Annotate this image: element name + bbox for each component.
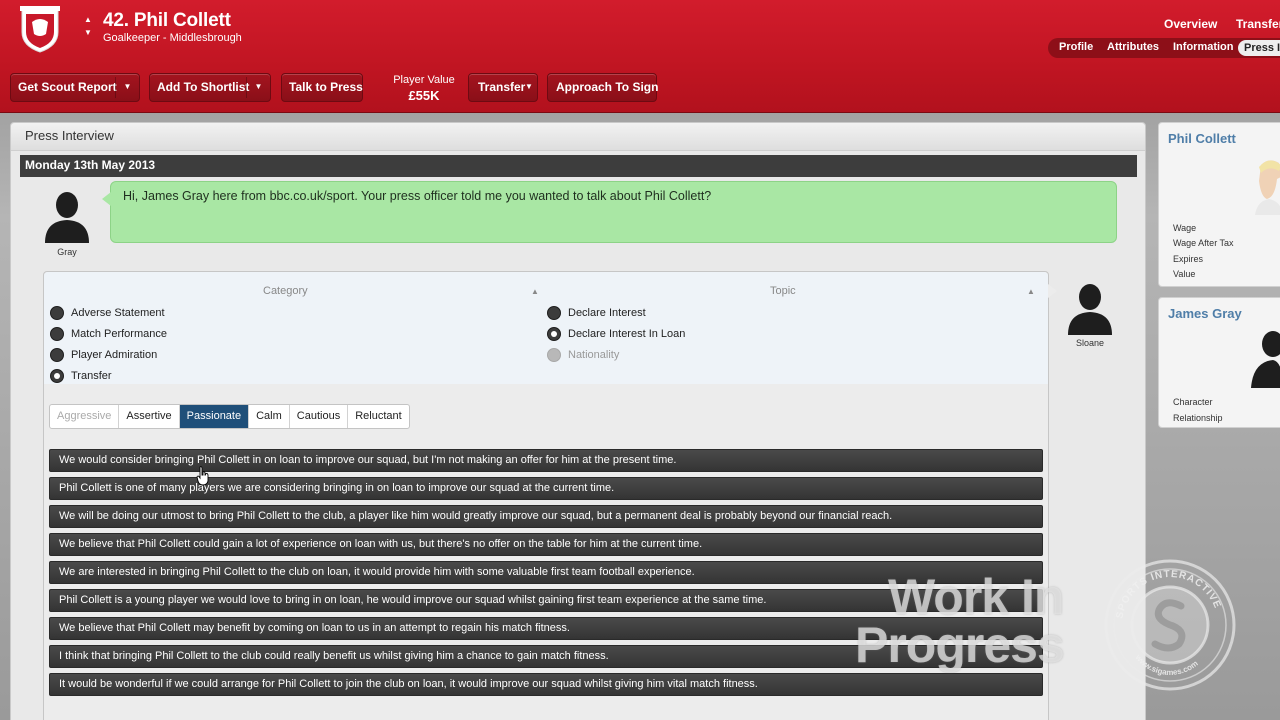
chevron-down-icon[interactable]: ▼ [246, 77, 270, 98]
get-scout-report-button[interactable]: Get Scout Report ▼ [10, 73, 140, 102]
subtab-information[interactable]: Information [1173, 41, 1234, 53]
panel-title: Press Interview [11, 123, 1145, 151]
chevron-down-icon[interactable]: ▼ [521, 77, 537, 98]
sort-up-icon[interactable]: ▲ [531, 287, 539, 296]
transfer-button[interactable]: Transfer ▼ [468, 73, 538, 102]
player-card-name[interactable]: Phil Collett [1168, 131, 1236, 146]
hand-cursor-icon [196, 466, 209, 486]
wage-after-tax-label: Wage After Tax [1173, 238, 1234, 248]
journalist-question: Hi, James Gray here from bbc.co.uk/sport… [102, 181, 1117, 243]
interview-date: Monday 13th May 2013 [20, 155, 1137, 177]
radio-disabled-icon [547, 348, 561, 362]
player-info-card: Phil Collett Wage Wage After Tax Expires… [1158, 122, 1280, 287]
chevron-down-icon[interactable]: ▼ [115, 77, 139, 98]
value-label: Value [1173, 269, 1196, 279]
scout-report-label: Get Scout Report [18, 80, 117, 94]
manager-avatar-icon [1068, 284, 1112, 335]
journalist-info-card: James Gray Character Relationship [1158, 297, 1280, 428]
talk-press-label: Talk to Press [289, 80, 363, 94]
sports-interactive-logo: SPORTS INTERACTIVE www.sigames.com [1104, 559, 1236, 691]
journalist-name: Gray [57, 247, 77, 257]
add-to-shortlist-button[interactable]: Add To Shortlist ▼ [149, 73, 271, 102]
player-position-club: Goalkeeper - Middlesbrough [103, 32, 242, 44]
tone-aggressive: Aggressive [50, 405, 120, 428]
player-nav-arrows[interactable]: ▲ ▼ [82, 13, 94, 39]
subtab-attributes[interactable]: Attributes [1107, 41, 1159, 53]
radio-selected-icon[interactable] [547, 327, 561, 341]
radio-icon[interactable] [50, 306, 64, 320]
subtab-profile[interactable]: Profile [1059, 41, 1093, 53]
approach-to-sign-button[interactable]: Approach To Sign [547, 73, 659, 102]
tone-selector: Aggressive Assertive Passionate Calm Cau… [49, 404, 410, 429]
expires-label: Expires [1173, 254, 1204, 264]
player-photo [1255, 160, 1280, 215]
sub-tabs: Profile Attributes Information Press I [1048, 38, 1280, 58]
response-option[interactable]: We will be doing our utmost to bring Phi… [49, 505, 1043, 528]
manager-name: Sloane [1075, 338, 1105, 348]
tone-assertive[interactable]: Assertive [119, 405, 180, 428]
response-option[interactable]: We believe that Phil Collett could gain … [49, 533, 1043, 556]
tab-transfer[interactable]: Transfer [1236, 17, 1280, 31]
player-name: 42. Phil Collett [103, 10, 231, 31]
transfer-label: Transfer [478, 80, 526, 94]
category-topic-selector: Category ▲ Topic ▲ Adverse Statement Mat… [44, 272, 1048, 384]
approach-label: Approach To Sign [556, 80, 659, 94]
wage-label: Wage [1173, 223, 1197, 233]
radio-icon[interactable] [547, 306, 561, 320]
player-header: ▲ ▼ 42. Phil Collett Goalkeeper - Middles… [0, 0, 1280, 113]
radio-icon[interactable] [50, 327, 64, 341]
journalist-avatar-icon [45, 192, 89, 243]
watermark-line-2: Progress [855, 617, 1065, 673]
tone-cautious[interactable]: Cautious [290, 405, 349, 428]
journalist-silhouette-icon [1251, 331, 1280, 388]
response-option[interactable]: It would be wonderful if we could arrang… [49, 673, 1043, 696]
player-value-label: Player Value [393, 74, 455, 86]
radio-icon[interactable] [50, 348, 64, 362]
journalist-card-name[interactable]: James Gray [1168, 306, 1242, 321]
relationship-label: Relationship [1173, 413, 1223, 423]
topic-header[interactable]: Topic [770, 285, 796, 297]
radio-selected-icon[interactable] [50, 369, 64, 383]
tone-reluctant[interactable]: Reluctant [348, 405, 408, 428]
tab-overview[interactable]: Overview [1164, 17, 1217, 31]
add-shortlist-label: Add To Shortlist [157, 80, 250, 94]
character-label: Character [1173, 397, 1213, 407]
category-header[interactable]: Category [263, 285, 308, 297]
sort-up-icon[interactable]: ▲ [1027, 287, 1035, 296]
talk-to-press-button[interactable]: Talk to Press [281, 73, 363, 102]
player-value: £55K [408, 88, 440, 103]
tone-calm[interactable]: Calm [249, 405, 290, 428]
tone-passionate[interactable]: Passionate [179, 405, 250, 428]
club-crest-icon [20, 6, 60, 53]
subtab-press[interactable]: Press I [1238, 40, 1280, 56]
